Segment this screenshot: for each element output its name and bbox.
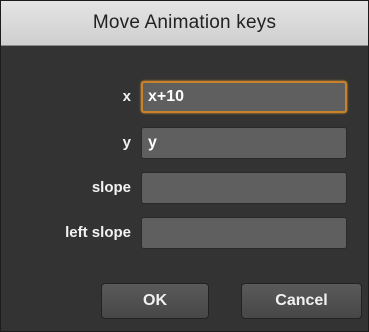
move-animation-keys-dialog: Move Animation keys x y slope left slope… xyxy=(0,0,369,332)
field-row-x: x xyxy=(1,81,368,113)
dialog-title: Move Animation keys xyxy=(92,12,277,33)
ok-button[interactable]: OK xyxy=(101,283,209,319)
field-row-slope: slope xyxy=(1,172,368,204)
field-row-left-slope: left slope xyxy=(1,217,368,249)
x-label: x xyxy=(122,88,131,105)
y-label: y xyxy=(122,134,131,151)
x-field[interactable] xyxy=(141,81,347,113)
slope-field[interactable] xyxy=(141,172,347,204)
y-field[interactable] xyxy=(141,127,347,159)
left-slope-field[interactable] xyxy=(141,217,347,249)
slope-label: slope xyxy=(91,179,131,196)
cancel-button[interactable]: Cancel xyxy=(241,283,362,319)
field-row-y: y xyxy=(1,127,368,159)
left-slope-label: left slope xyxy=(65,224,131,241)
dialog-titlebar[interactable]: Move Animation keys xyxy=(1,1,368,46)
